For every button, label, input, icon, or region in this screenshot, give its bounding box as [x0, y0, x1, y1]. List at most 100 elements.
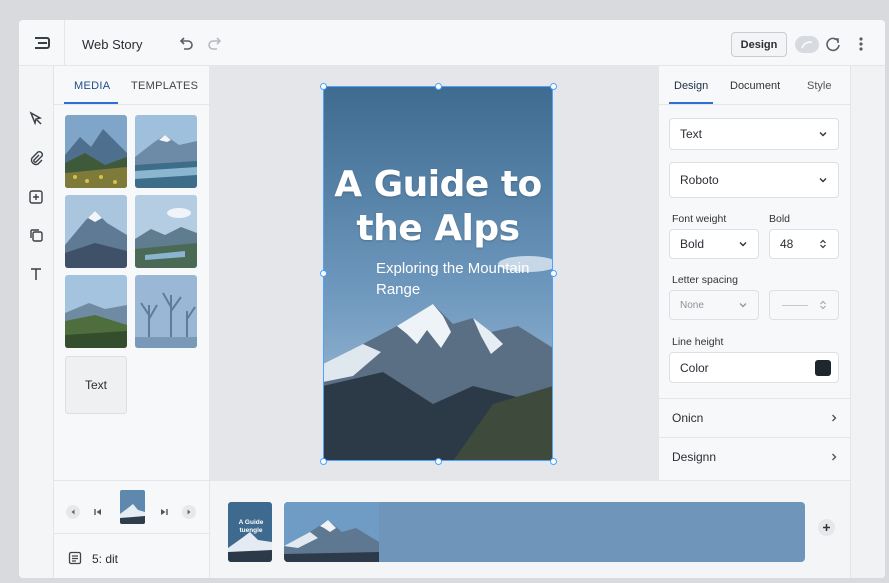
chevron-right-icon — [832, 453, 837, 461]
section-label: Designn — [672, 449, 717, 464]
design-button[interactable]: Design — [731, 32, 787, 57]
resize-handle-se[interactable] — [550, 458, 557, 465]
undo-icon — [179, 37, 193, 50]
skip-forward-button[interactable] — [157, 505, 171, 519]
bold-label: Bold — [769, 213, 791, 225]
font-size-stepper[interactable]: 48 — [769, 229, 839, 259]
element-type-value: Text — [680, 127, 703, 141]
previous-button[interactable] — [66, 505, 80, 519]
media-thumbnail[interactable] — [65, 275, 127, 348]
timeline: A Guide tuengle — [210, 480, 850, 578]
text-element-tile[interactable]: Text — [65, 356, 127, 414]
divider — [659, 104, 851, 105]
empty-value-dash — [782, 304, 808, 306]
app-window: Web Story Design MEDIA TEMPLATES Text A … — [19, 20, 885, 578]
resize-handle-ne[interactable] — [550, 83, 557, 90]
next-button[interactable] — [182, 505, 196, 519]
line-height-label: Line height — [672, 336, 724, 348]
chevron-right-icon — [832, 414, 837, 422]
media-thumbnail[interactable] — [135, 115, 197, 188]
divider — [54, 533, 210, 534]
chevron-down-icon — [739, 303, 747, 308]
menu-logo-icon — [34, 37, 50, 49]
section-designn[interactable]: Designn — [659, 437, 851, 475]
more-options-button[interactable] — [855, 35, 867, 53]
letter-spacing-label: Letter spacing — [672, 274, 738, 286]
tab-document[interactable]: Document — [730, 80, 780, 92]
chevron-down-icon — [819, 178, 827, 183]
timeline-clip[interactable] — [284, 502, 379, 562]
top-bar: Web Story Design — [19, 20, 885, 66]
preview-icon — [826, 37, 840, 52]
properties-panel: Design Document Style Text Roboto Font w… — [658, 66, 851, 480]
select-tool[interactable] — [27, 110, 45, 128]
curve-icon — [801, 40, 813, 48]
media-panel: MEDIA TEMPLATES Text — [54, 66, 210, 480]
tab-templates[interactable]: TEMPLATES — [131, 80, 198, 92]
arrow-left-icon — [71, 509, 75, 515]
pages-icon — [68, 551, 82, 565]
cursor-icon — [29, 111, 43, 126]
tab-design[interactable]: Design — [674, 80, 708, 92]
resize-handle-sw[interactable] — [320, 458, 327, 465]
app-logo[interactable] — [19, 20, 65, 66]
skip-forward-icon — [161, 509, 168, 515]
letter-spacing-value: None — [680, 299, 704, 311]
preview-button[interactable] — [825, 36, 841, 52]
mode-toggle[interactable] — [795, 36, 819, 53]
font-weight-select[interactable]: Bold — [669, 229, 759, 259]
stepper-arrows-icon — [820, 300, 826, 310]
timeline-card-text: A Guide tuengle — [238, 519, 264, 534]
tab-media[interactable]: MEDIA — [74, 80, 110, 92]
more-vertical-icon — [859, 37, 863, 51]
font-family-value: Roboto — [680, 173, 719, 187]
letter-spacing-input[interactable] — [769, 290, 839, 320]
add-element-tool[interactable] — [27, 188, 45, 206]
resize-handle-n[interactable] — [435, 83, 442, 90]
tab-style[interactable]: Style — [807, 80, 831, 92]
text-tool[interactable] — [27, 265, 45, 283]
color-swatch[interactable] — [815, 360, 831, 376]
resize-handle-nw[interactable] — [320, 83, 327, 90]
timeline-title-card[interactable]: A Guide tuengle — [228, 502, 272, 562]
font-weight-label: Font weight — [672, 213, 727, 225]
media-thumbnail[interactable] — [65, 195, 127, 268]
copy-icon — [30, 229, 43, 242]
section-onicn[interactable]: Onicn — [659, 398, 851, 436]
redo-icon — [208, 37, 222, 50]
media-thumbnail[interactable] — [135, 275, 197, 348]
arrow-right-icon — [187, 509, 191, 515]
section-label: Onicn — [672, 410, 704, 425]
attach-tool[interactable] — [27, 149, 45, 167]
media-thumbnail[interactable] — [135, 195, 197, 268]
color-picker[interactable]: Color — [669, 352, 839, 383]
text-icon — [31, 268, 41, 280]
current-page-thumbnail[interactable] — [120, 490, 145, 524]
right-gutter — [850, 66, 885, 578]
device-frame: Web Story Design MEDIA TEMPLATES Text A … — [0, 0, 889, 583]
font-weight-value: Bold — [680, 237, 705, 251]
stepper-arrows-icon — [820, 239, 826, 249]
layers-tool[interactable] — [27, 226, 45, 244]
resize-handle-e[interactable] — [550, 270, 557, 277]
paperclip-icon — [30, 151, 43, 166]
media-thumbnail[interactable] — [65, 115, 127, 188]
chevron-down-icon — [739, 242, 747, 247]
playback-controls: 5: dit — [54, 480, 210, 578]
undo-button[interactable] — [177, 34, 195, 52]
resize-handle-s[interactable] — [435, 458, 442, 465]
element-type-select[interactable]: Text — [669, 118, 839, 150]
selection-frame — [323, 86, 553, 461]
canvas-area: A Guide to the Alps Exploring the Mounta… — [210, 66, 658, 480]
story-name[interactable]: Web Story — [82, 37, 142, 52]
skip-back-button[interactable] — [91, 505, 105, 519]
resize-handle-w[interactable] — [320, 270, 327, 277]
letter-spacing-select[interactable]: None — [669, 290, 759, 320]
font-size-value: 48 — [780, 237, 794, 251]
plus-square-icon — [29, 190, 43, 204]
pages-label[interactable]: 5: dit — [92, 552, 118, 566]
font-family-select[interactable]: Roboto — [669, 162, 839, 198]
timeline-track[interactable] — [284, 502, 805, 562]
redo-button[interactable] — [206, 34, 224, 52]
add-page-button[interactable] — [818, 519, 835, 536]
